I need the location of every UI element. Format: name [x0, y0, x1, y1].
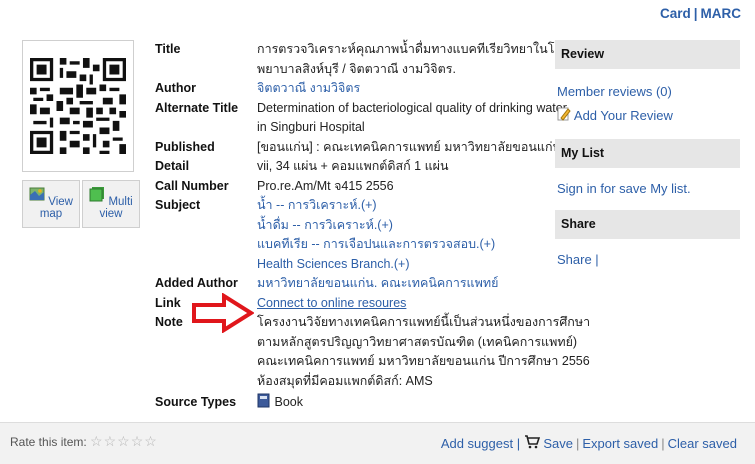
alternate-title-value: Determination of bacteriological quality…	[257, 99, 567, 138]
bottom-toolbar: Rate this item: ☆☆☆☆☆ Add suggest | Save…	[0, 422, 755, 464]
subject-link[interactable]: น้ำดื่ม -- การวิเคราะห์.(+)	[257, 216, 550, 236]
share-link[interactable]: Share |	[557, 252, 599, 267]
add-review-link[interactable]: Add Your Review	[574, 108, 673, 123]
save-link[interactable]: Save	[543, 436, 573, 451]
source-type-value: Book	[274, 395, 303, 409]
title-label: Title	[155, 42, 181, 56]
author-label: Author	[155, 81, 196, 95]
multi-view-icon	[89, 187, 105, 202]
my-list-panel-heading: My List	[555, 139, 740, 168]
title-line: พยาบาลสิงห์บุรี / จิตตวาณี งามวิจิตร.	[257, 61, 456, 76]
call-number-label: Call Number	[155, 178, 229, 193]
published-row: Published [ขอนแก่น] : คณะเทคนิคการแพทย์ …	[155, 138, 596, 158]
review-panel: Member reviews (0) Add Your Review	[555, 83, 740, 125]
online-resource-link[interactable]: Connect to online resoures	[257, 296, 406, 310]
note-line: คณะเทคนิคการแพทย์ มหาวิทยาลัยขอนแก่น ปีก…	[257, 354, 590, 368]
clear-saved-link[interactable]: Clear saved	[668, 436, 737, 451]
note-line: ตามหลักสูตรปริญญาวิทยาศาสตรบัณฑิต (เทคนิ…	[257, 334, 578, 349]
detail-label: Detail	[155, 159, 190, 173]
action-separator: |	[575, 436, 580, 451]
review-panel-heading: Review	[555, 40, 740, 69]
author-link[interactable]: จิตตวาณี งามวิจิตร	[257, 81, 360, 95]
my-list-panel: Sign in for save My list.	[555, 180, 740, 198]
marc-link[interactable]: MARC	[701, 6, 742, 21]
published-label: Published	[155, 139, 215, 154]
alternate-title-label: Alternate Title	[155, 100, 239, 115]
subject-link[interactable]: น้ำ -- การวิเคราะห์.(+)	[257, 196, 550, 216]
rating-stars[interactable]: ☆☆☆☆☆	[90, 433, 158, 449]
sign-in-link[interactable]: Sign in for save My list.	[557, 181, 691, 196]
top-links: Card | MARC	[660, 6, 741, 21]
added-author-row: Added Author มหาวิทยาลัยขอนแก่น. คณะเทคน…	[155, 274, 550, 294]
note-line: โครงงานวิจัยทางเทคนิคการแพทย์นี้เป็นส่วน…	[257, 315, 591, 329]
cart-icon	[524, 435, 540, 449]
alternate-title-line: Determination of bacteriological quality…	[257, 100, 567, 115]
multi-view-label: Multi view	[99, 196, 133, 220]
call-number-value: Pro.re.Am/Mt จ415 2556	[257, 178, 394, 193]
red-arrow-annotation	[192, 293, 254, 333]
multi-view-button[interactable]: Multi view	[82, 180, 140, 228]
map-icon	[29, 187, 45, 201]
qr-code-image	[30, 58, 126, 154]
detail-row: Detail vii, 34 แผ่น + คอมแพกต์ดิสก์ 1 แผ…	[155, 157, 550, 177]
subject-link[interactable]: Health Sciences Branch.(+)	[257, 255, 550, 275]
title-line: การตรวจวิเคราะห์คุณภาพน้ำดื่มทางแบคทีเรี…	[257, 42, 568, 56]
note-line: ห้องสมุดที่มีคอมแพกต์ดิสก์: AMS	[257, 373, 433, 388]
book-icon	[257, 393, 270, 408]
top-separator: |	[693, 6, 698, 21]
member-reviews-link[interactable]: Member reviews (0)	[557, 84, 672, 99]
call-number-row: Call Number Pro.re.Am/Mt จ415 2556	[155, 177, 550, 197]
alternate-title-row: Alternate Title Determination of bacteri…	[155, 99, 567, 138]
added-author-link[interactable]: มหาวิทยาลัยขอนแก่น. คณะเทคนิคการแพทย์	[257, 276, 498, 290]
rating-area: Rate this item: ☆☆☆☆☆	[10, 433, 158, 450]
card-link[interactable]: Card	[660, 6, 691, 21]
export-saved-link[interactable]: Export saved	[582, 436, 658, 451]
published-value: [ขอนแก่น] : คณะเทคนิคการแพทย์ มหาวิทยาลั…	[257, 139, 596, 154]
detail-value: vii, 34 แผ่น + คอมแพกต์ดิสก์ 1 แผ่น	[257, 159, 449, 173]
qr-code-frame	[22, 40, 134, 172]
subject-link[interactable]: แบคทีเรีย -- การเจือปนและการตรวจสอบ.(+)	[257, 235, 550, 255]
rate-label: Rate this item:	[10, 435, 87, 449]
record-details: Title การตรวจวิเคราะห์คุณภาพน้ำดื่มทางแบ…	[155, 40, 596, 413]
item-actions: Add suggest | Save | Export saved | Clear sa…	[441, 435, 737, 451]
subject-list: น้ำ -- การวิเคราะห์.(+) น้ำดื่ม -- การวิ…	[257, 196, 550, 274]
share-panel-heading: Share	[555, 210, 740, 239]
view-map-label: View map	[39, 196, 73, 220]
add-suggest-link[interactable]: Add suggest |	[441, 436, 520, 451]
share-panel: Share |	[555, 251, 740, 269]
subject-row: Subject น้ำ -- การวิเคราะห์.(+) น้ำดื่ม …	[155, 196, 550, 274]
title-row: Title การตรวจวิเคราะห์คุณภาพน้ำดื่มทางแบ…	[155, 40, 567, 79]
title-value: การตรวจวิเคราะห์คุณภาพน้ำดื่มทางแบคทีเรี…	[257, 40, 567, 79]
subject-label: Subject	[155, 198, 201, 212]
view-map-button[interactable]: View map	[22, 180, 80, 228]
added-author-label: Added Author	[155, 276, 238, 290]
right-sidebar: Review Member reviews (0) Add Your Revie…	[555, 40, 740, 269]
author-row: Author จิตตวาณี งามวิจิตร	[155, 79, 550, 99]
pencil-icon	[557, 107, 571, 121]
action-separator: |	[661, 436, 665, 451]
source-types-label: Source Types	[155, 395, 237, 409]
note-value: โครงงานวิจัยทางเทคนิคการแพทย์นี้เป็นส่วน…	[257, 313, 590, 391]
alternate-title-line: in Singburi Hospital	[257, 120, 365, 134]
source-types-row: Source Types Book	[155, 393, 550, 413]
